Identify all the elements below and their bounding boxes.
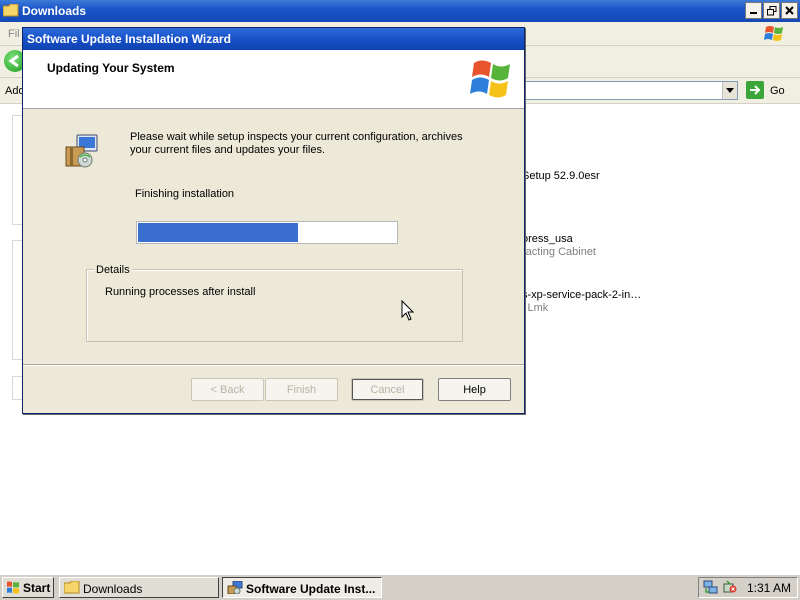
- finish-button[interactable]: Finish: [265, 378, 338, 401]
- minimize-button[interactable]: [745, 2, 762, 19]
- clock[interactable]: 1:31 AM: [747, 581, 791, 595]
- mouse-cursor-icon: [401, 300, 415, 321]
- windows-flag-icon: [7, 581, 19, 594]
- go-button[interactable]: [746, 81, 764, 99]
- dialog-title: Software Update Installation Wizard: [27, 32, 231, 46]
- minimize-icon: [750, 12, 757, 14]
- file-item-name[interactable]: Setup 52.9.0esr: [522, 170, 600, 182]
- install-progress-bar: [136, 221, 398, 244]
- file-item-name[interactable]: s-xp-service-pack-2-in…: [522, 289, 641, 301]
- details-text: Running processes after install: [105, 286, 256, 298]
- close-icon: [785, 6, 794, 15]
- taskbar-button-downloads[interactable]: Downloads: [59, 577, 219, 598]
- restore-button[interactable]: [763, 2, 780, 19]
- safely-remove-icon[interactable]: [722, 580, 738, 595]
- help-button[interactable]: Help: [438, 378, 511, 401]
- setup-package-icon: [65, 134, 98, 168]
- wizard-header: Updating Your System: [23, 50, 524, 109]
- file-item-type: l Lmk: [522, 302, 549, 314]
- file-item-name[interactable]: oress_usa: [522, 233, 573, 245]
- taskbar-button-update-wizard[interactable]: Software Update Inst...: [222, 577, 382, 598]
- install-status: Finishing installation: [135, 188, 235, 200]
- system-tray: 1:31 AM: [698, 577, 798, 598]
- wizard-description: Please wait while setup inspects your cu…: [130, 131, 463, 156]
- go-label[interactable]: Go: [770, 85, 785, 97]
- dialog-titlebar[interactable]: Software Update Installation Wizard: [23, 28, 524, 50]
- start-label: Start: [23, 581, 51, 595]
- folder-icon: [3, 4, 19, 17]
- network-icon[interactable]: [703, 580, 719, 595]
- back-button[interactable]: < Back: [191, 378, 264, 401]
- explorer-titlebar[interactable]: Downloads: [0, 0, 800, 22]
- update-wizard-dialog: Software Update Installation Wizard Upda…: [22, 27, 525, 414]
- file-item-type: racting Cabinet: [522, 246, 596, 258]
- chevron-down-icon: [726, 88, 734, 93]
- address-dropdown-button[interactable]: [722, 82, 737, 99]
- go-arrow-icon: [750, 85, 761, 95]
- menu-file[interactable]: Fil: [8, 28, 20, 40]
- button-separator: [23, 364, 524, 366]
- taskbar-button-label: Downloads: [83, 582, 143, 596]
- taskbar: Start Downloads Software Update Inst... …: [0, 574, 800, 600]
- folder-icon: [64, 581, 80, 594]
- cancel-button[interactable]: Cancel: [351, 378, 424, 401]
- wizard-heading: Updating Your System: [47, 61, 175, 75]
- details-label: Details: [94, 264, 132, 276]
- restore-icon: [766, 5, 776, 15]
- windows-flag-icon: [764, 26, 783, 41]
- progress-fill: [138, 223, 298, 242]
- start-button[interactable]: Start: [2, 577, 54, 598]
- setup-package-icon: [227, 581, 243, 594]
- taskbar-button-label: Software Update Inst...: [246, 582, 376, 596]
- windows-flag-icon: [470, 60, 510, 98]
- explorer-title: Downloads: [22, 4, 87, 18]
- address-input[interactable]: [522, 81, 738, 100]
- close-button[interactable]: [781, 2, 798, 19]
